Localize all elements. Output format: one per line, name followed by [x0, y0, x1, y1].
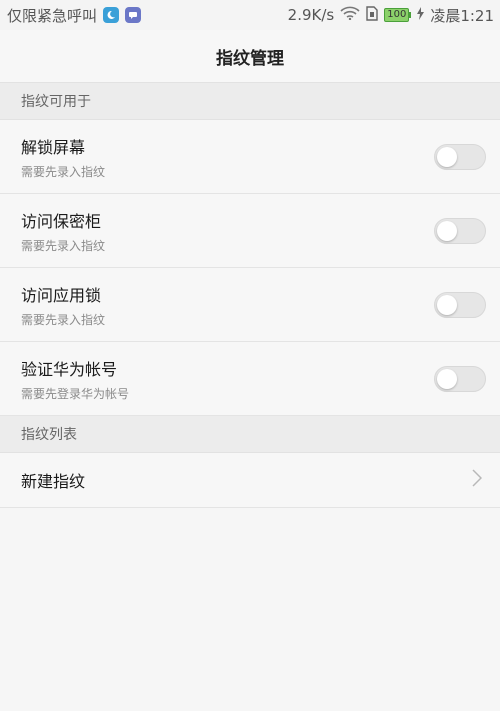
chat-icon	[125, 7, 142, 23]
setting-subtitle: 需要先录入指纹	[21, 312, 106, 327]
battery-icon: 100	[384, 8, 412, 22]
huawei-account-toggle[interactable]	[434, 365, 486, 392]
setting-title: 解锁屏幕	[21, 137, 86, 157]
section-label: 指纹列表	[21, 427, 77, 443]
status-bar: 仅限紧急呼叫 2.9K/s 100 凌晨1:21	[0, 0, 500, 30]
clock-time: 凌晨1:21	[430, 6, 494, 25]
sim-icon	[366, 5, 378, 25]
charging-icon	[417, 6, 425, 24]
moon-icon	[103, 7, 120, 23]
section-header-fingerprint-list: 指纹列表	[0, 416, 500, 453]
setting-title: 访问保密柜	[21, 211, 102, 231]
app-lock-toggle[interactable]	[434, 291, 486, 318]
title-bar: 指纹管理	[0, 30, 500, 83]
setting-subtitle: 需要先录入指纹	[21, 164, 106, 179]
setting-safe-box[interactable]: 访问保密柜 需要先录入指纹	[0, 194, 500, 268]
setting-unlock-screen[interactable]: 解锁屏幕 需要先录入指纹	[0, 120, 500, 194]
setting-subtitle: 需要先录入指纹	[21, 238, 106, 253]
chevron-right-icon	[472, 468, 486, 492]
page-title: 指纹管理	[216, 48, 284, 69]
wifi-icon	[340, 6, 360, 24]
setting-title: 验证华为帐号	[21, 359, 118, 379]
safe-box-toggle[interactable]	[434, 217, 486, 244]
setting-huawei-account[interactable]: 验证华为帐号 需要先登录华为帐号	[0, 342, 500, 416]
battery-level: 100	[384, 8, 410, 22]
new-fingerprint-item[interactable]: 新建指纹	[0, 453, 500, 508]
network-speed: 2.9K/s	[287, 6, 335, 24]
carrier-text: 仅限紧急呼叫	[7, 6, 98, 25]
unlock-screen-toggle[interactable]	[434, 143, 486, 170]
setting-app-lock[interactable]: 访问应用锁 需要先录入指纹	[0, 268, 500, 342]
section-header-usage: 指纹可用于	[0, 83, 500, 120]
setting-subtitle: 需要先登录华为帐号	[21, 386, 130, 401]
section-label: 指纹可用于	[21, 94, 91, 110]
setting-title: 访问应用锁	[21, 285, 102, 305]
new-fingerprint-label: 新建指纹	[21, 472, 86, 491]
